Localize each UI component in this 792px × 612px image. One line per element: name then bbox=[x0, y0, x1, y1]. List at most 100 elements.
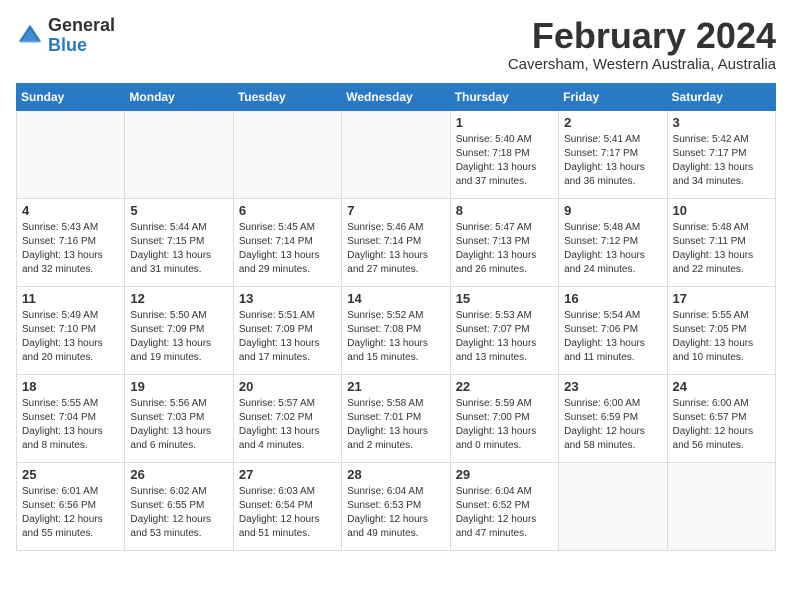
day-number: 11 bbox=[22, 291, 119, 306]
calendar-cell: 20Sunrise: 5:57 AMSunset: 7:02 PMDayligh… bbox=[233, 374, 341, 462]
day-detail: Sunrise: 5:40 AMSunset: 7:18 PMDaylight:… bbox=[456, 133, 553, 189]
day-number: 15 bbox=[456, 291, 553, 306]
day-detail: Sunrise: 6:00 AMSunset: 6:59 PMDaylight:… bbox=[564, 397, 661, 453]
day-detail: Sunrise: 5:47 AMSunset: 7:13 PMDaylight:… bbox=[456, 221, 553, 277]
day-detail: Sunrise: 5:42 AMSunset: 7:17 PMDaylight:… bbox=[673, 133, 770, 189]
logo-blue-text: Blue bbox=[48, 35, 87, 55]
calendar-cell: 12 Sunrise: 5:50 AMSunset: 7:09 PMDayligh… bbox=[125, 286, 233, 374]
logo: General Blue bbox=[16, 16, 115, 56]
calendar-cell bbox=[233, 110, 341, 198]
weekday-header-tuesday: Tuesday bbox=[233, 83, 341, 110]
day-detail: Sunrise: 5:49 AMSunset: 7:10 PMDaylight:… bbox=[22, 309, 119, 365]
day-number: 4 bbox=[22, 203, 119, 218]
day-number: 22 bbox=[456, 379, 553, 394]
day-detail: Sunrise: 5:56 AMSunset: 7:03 PMDaylight:… bbox=[130, 397, 227, 453]
day-number: 18 bbox=[22, 379, 119, 394]
day-detail: Sunrise: 5:46 AMSunset: 7:14 PMDaylight:… bbox=[347, 221, 444, 277]
calendar-cell bbox=[667, 462, 775, 550]
calendar-cell bbox=[17, 110, 125, 198]
day-number: 9 bbox=[564, 203, 661, 218]
week-row-1: 1 Sunrise: 5:40 AMSunset: 7:18 PMDaylight… bbox=[17, 110, 776, 198]
calendar-cell: 25Sunrise: 6:01 AMSunset: 6:56 PMDayligh… bbox=[17, 462, 125, 550]
calendar-cell bbox=[125, 110, 233, 198]
day-detail: Sunrise: 5:59 AMSunset: 7:00 PMDaylight:… bbox=[456, 397, 553, 453]
weekday-header-monday: Monday bbox=[125, 83, 233, 110]
day-number: 23 bbox=[564, 379, 661, 394]
day-detail: Sunrise: 5:44 AMSunset: 7:15 PMDaylight:… bbox=[130, 221, 227, 277]
calendar-cell: 19Sunrise: 5:56 AMSunset: 7:03 PMDayligh… bbox=[125, 374, 233, 462]
day-detail: Sunrise: 5:55 AMSunset: 7:04 PMDaylight:… bbox=[22, 397, 119, 453]
day-number: 14 bbox=[347, 291, 444, 306]
week-row-2: 4 Sunrise: 5:43 AMSunset: 7:16 PMDaylight… bbox=[17, 198, 776, 286]
day-detail: Sunrise: 5:55 AMSunset: 7:05 PMDaylight:… bbox=[673, 309, 770, 365]
calendar-cell: 15Sunrise: 5:53 AMSunset: 7:07 PMDayligh… bbox=[450, 286, 558, 374]
day-number: 1 bbox=[456, 115, 553, 130]
calendar-cell: 27 Sunrise: 6:03 AMSunset: 6:54 PMDayligh… bbox=[233, 462, 341, 550]
calendar-cell: 10Sunrise: 5:48 AMSunset: 7:11 PMDayligh… bbox=[667, 198, 775, 286]
day-detail: Sunrise: 5:48 AMSunset: 7:12 PMDaylight:… bbox=[564, 221, 661, 277]
day-number: 12 bbox=[130, 291, 227, 306]
calendar-cell: 13Sunrise: 5:51 AMSunset: 7:09 PMDayligh… bbox=[233, 286, 341, 374]
day-number: 21 bbox=[347, 379, 444, 394]
weekday-header-friday: Friday bbox=[559, 83, 667, 110]
week-row-5: 25Sunrise: 6:01 AMSunset: 6:56 PMDayligh… bbox=[17, 462, 776, 550]
day-number: 17 bbox=[673, 291, 770, 306]
calendar-cell: 1 Sunrise: 5:40 AMSunset: 7:18 PMDaylight… bbox=[450, 110, 558, 198]
calendar-cell: 22 Sunrise: 5:59 AMSunset: 7:00 PMDayligh… bbox=[450, 374, 558, 462]
day-number: 5 bbox=[130, 203, 227, 218]
day-number: 2 bbox=[564, 115, 661, 130]
header-row: SundayMondayTuesdayWednesdayThursdayFrid… bbox=[17, 83, 776, 110]
day-number: 13 bbox=[239, 291, 336, 306]
day-detail: Sunrise: 5:50 AMSunset: 7:09 PMDaylight:… bbox=[130, 309, 227, 365]
day-detail: Sunrise: 5:43 AMSunset: 7:16 PMDaylight:… bbox=[22, 221, 119, 277]
calendar-cell: 21 Sunrise: 5:58 AMSunset: 7:01 PMDayligh… bbox=[342, 374, 450, 462]
day-number: 27 bbox=[239, 467, 336, 482]
day-number: 28 bbox=[347, 467, 444, 482]
calendar-cell: 26 Sunrise: 6:02 AMSunset: 6:55 PMDayligh… bbox=[125, 462, 233, 550]
weekday-header-saturday: Saturday bbox=[667, 83, 775, 110]
day-detail: Sunrise: 6:00 AMSunset: 6:57 PMDaylight:… bbox=[673, 397, 770, 453]
calendar-cell: 17 Sunrise: 5:55 AMSunset: 7:05 PMDayligh… bbox=[667, 286, 775, 374]
day-number: 29 bbox=[456, 467, 553, 482]
day-detail: Sunrise: 6:04 AMSunset: 6:53 PMDaylight:… bbox=[347, 485, 444, 541]
day-number: 8 bbox=[456, 203, 553, 218]
calendar-cell: 29 Sunrise: 6:04 AMSunset: 6:52 PMDayligh… bbox=[450, 462, 558, 550]
day-number: 26 bbox=[130, 467, 227, 482]
calendar-cell: 24 Sunrise: 6:00 AMSunset: 6:57 PMDayligh… bbox=[667, 374, 775, 462]
calendar-cell: 5 Sunrise: 5:44 AMSunset: 7:15 PMDaylight… bbox=[125, 198, 233, 286]
day-number: 7 bbox=[347, 203, 444, 218]
day-detail: Sunrise: 5:52 AMSunset: 7:08 PMDaylight:… bbox=[347, 309, 444, 365]
weekday-header-thursday: Thursday bbox=[450, 83, 558, 110]
title-block: February 2024 Caversham, Western Austral… bbox=[508, 16, 776, 73]
day-detail: Sunrise: 6:02 AMSunset: 6:55 PMDaylight:… bbox=[130, 485, 227, 541]
logo-general-text: General bbox=[48, 15, 115, 35]
calendar-cell: 11 Sunrise: 5:49 AMSunset: 7:10 PMDayligh… bbox=[17, 286, 125, 374]
day-detail: Sunrise: 5:58 AMSunset: 7:01 PMDaylight:… bbox=[347, 397, 444, 453]
location-text: Caversham, Western Australia, Australia bbox=[508, 56, 776, 73]
day-detail: Sunrise: 6:04 AMSunset: 6:52 PMDaylight:… bbox=[456, 485, 553, 541]
page-header: General Blue February 2024 Caversham, We… bbox=[16, 16, 776, 73]
calendar-cell: 14 Sunrise: 5:52 AMSunset: 7:08 PMDayligh… bbox=[342, 286, 450, 374]
day-detail: Sunrise: 5:54 AMSunset: 7:06 PMDaylight:… bbox=[564, 309, 661, 365]
week-row-3: 11 Sunrise: 5:49 AMSunset: 7:10 PMDayligh… bbox=[17, 286, 776, 374]
calendar-cell: 9 Sunrise: 5:48 AMSunset: 7:12 PMDaylight… bbox=[559, 198, 667, 286]
day-number: 16 bbox=[564, 291, 661, 306]
day-detail: Sunrise: 6:01 AMSunset: 6:56 PMDaylight:… bbox=[22, 485, 119, 541]
calendar-cell bbox=[342, 110, 450, 198]
calendar-cell: 23 Sunrise: 6:00 AMSunset: 6:59 PMDayligh… bbox=[559, 374, 667, 462]
calendar-cell: 2Sunrise: 5:41 AMSunset: 7:17 PMDaylight… bbox=[559, 110, 667, 198]
calendar-cell: 3Sunrise: 5:42 AMSunset: 7:17 PMDaylight… bbox=[667, 110, 775, 198]
month-title: February 2024 bbox=[508, 16, 776, 56]
weekday-header-wednesday: Wednesday bbox=[342, 83, 450, 110]
calendar-cell: 6Sunrise: 5:45 AMSunset: 7:14 PMDaylight… bbox=[233, 198, 341, 286]
day-number: 10 bbox=[673, 203, 770, 218]
calendar-cell: 8 Sunrise: 5:47 AMSunset: 7:13 PMDaylight… bbox=[450, 198, 558, 286]
calendar-cell: 4 Sunrise: 5:43 AMSunset: 7:16 PMDaylight… bbox=[17, 198, 125, 286]
day-number: 6 bbox=[239, 203, 336, 218]
calendar-cell: 18 Sunrise: 5:55 AMSunset: 7:04 PMDayligh… bbox=[17, 374, 125, 462]
calendar-cell: 28 Sunrise: 6:04 AMSunset: 6:53 PMDayligh… bbox=[342, 462, 450, 550]
day-detail: Sunrise: 6:03 AMSunset: 6:54 PMDaylight:… bbox=[239, 485, 336, 541]
calendar-cell bbox=[559, 462, 667, 550]
week-row-4: 18 Sunrise: 5:55 AMSunset: 7:04 PMDayligh… bbox=[17, 374, 776, 462]
day-number: 24 bbox=[673, 379, 770, 394]
